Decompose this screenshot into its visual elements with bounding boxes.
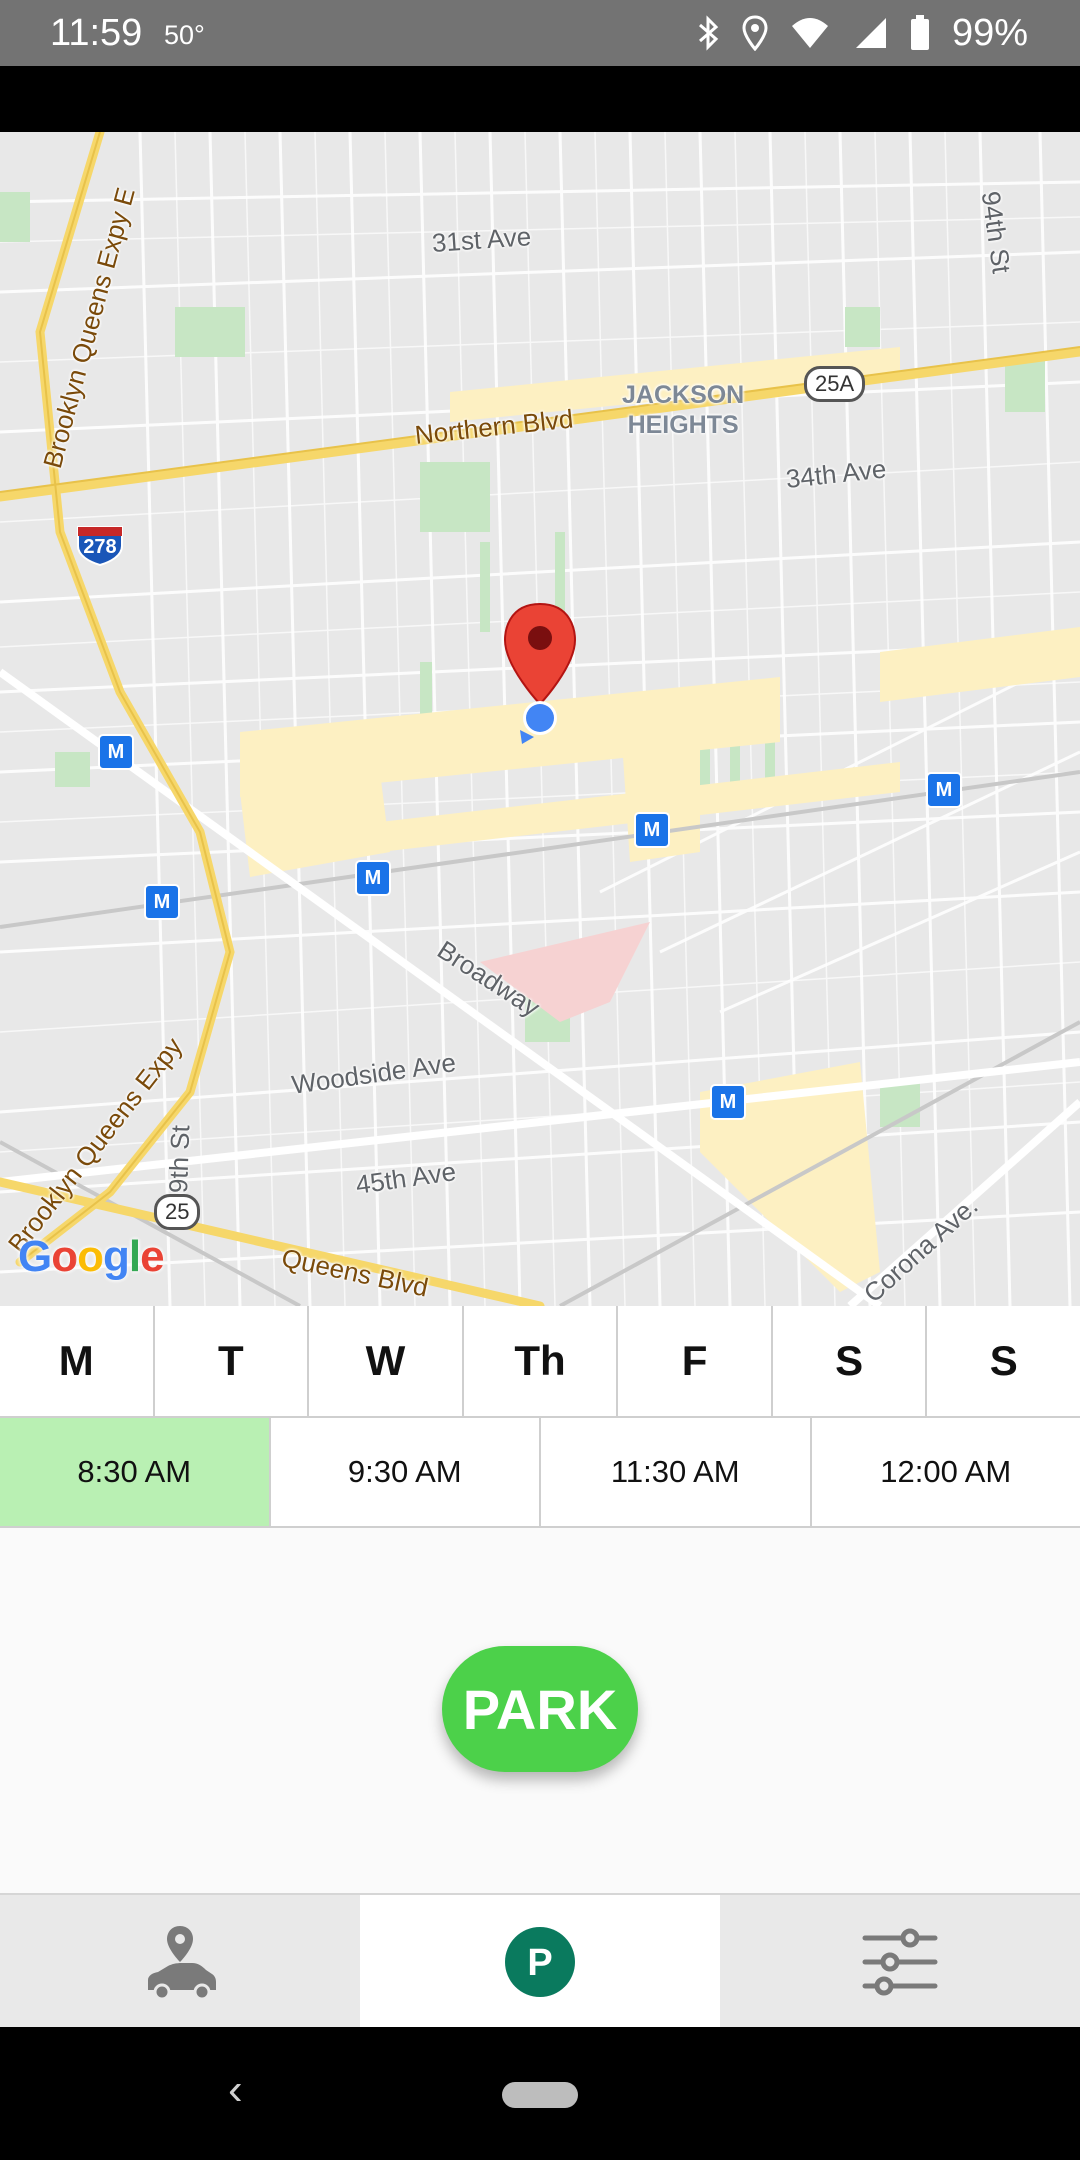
park-button[interactable]: PARK: [442, 1646, 638, 1772]
app-top-bar: [0, 66, 1080, 132]
back-icon[interactable]: ‹: [228, 2065, 243, 2115]
map-label-jackson-heights: JACKSON HEIGHTS: [622, 381, 745, 439]
google-attribution-logo: Google: [18, 1232, 165, 1281]
time-slot[interactable]: 12:00 AM: [812, 1418, 1080, 1526]
sliders-icon: [862, 1928, 938, 1996]
route-shield-25a: 25A: [804, 366, 866, 402]
parking-letter: P: [527, 1942, 552, 1984]
nav-car-location[interactable]: [0, 1895, 360, 2029]
metro-station-icon[interactable]: M: [634, 812, 670, 848]
metro-station-icon[interactable]: M: [926, 772, 962, 808]
metro-station-icon[interactable]: M: [355, 860, 391, 896]
battery-percent: 99%: [951, 11, 1028, 54]
day-saturday[interactable]: S: [773, 1306, 928, 1416]
day-thursday[interactable]: Th: [464, 1306, 619, 1416]
metro-station-icon[interactable]: M: [144, 884, 180, 920]
time-slot[interactable]: 9:30 AM: [271, 1418, 541, 1526]
map-view[interactable]: 31st Ave Northern Blvd 34th Ave Broadway…: [0, 132, 1080, 1306]
map-canvas: [0, 132, 1080, 1306]
bottom-navigation: P: [0, 1893, 1080, 2029]
wifi-icon: [791, 18, 828, 48]
day-tuesday[interactable]: T: [155, 1306, 310, 1416]
signal-icon: [855, 18, 886, 48]
nav-parking[interactable]: P: [360, 1895, 720, 2029]
day-friday[interactable]: F: [618, 1306, 773, 1416]
interstate-number: 278: [83, 536, 117, 558]
day-monday[interactable]: M: [0, 1306, 155, 1416]
time-slot-selected[interactable]: 8:30 AM: [0, 1418, 271, 1526]
day-wednesday[interactable]: W: [309, 1306, 464, 1416]
battery-icon: [910, 15, 929, 50]
interstate-shield-278: 278: [75, 524, 125, 566]
car-location-icon: [148, 1926, 216, 2001]
bluetooth-icon: [698, 15, 719, 51]
parking-icon: P: [505, 1927, 575, 1997]
route-shield-25: 25: [154, 1194, 201, 1230]
day-sunday[interactable]: S: [927, 1306, 1080, 1416]
metro-station-icon[interactable]: M: [98, 734, 134, 770]
home-pill-icon[interactable]: [502, 2082, 578, 2108]
time-slot[interactable]: 11:30 AM: [541, 1418, 812, 1526]
nav-settings[interactable]: [720, 1895, 1080, 2029]
day-selector: M T W Th F S S: [0, 1306, 1080, 1418]
metro-station-icon[interactable]: M: [710, 1084, 746, 1120]
location-icon: [742, 15, 768, 51]
destination-pin-icon[interactable]: [503, 602, 577, 706]
status-icons: 99%: [696, 10, 1028, 56]
status-bar: 11:59 50° 99%: [0, 0, 1080, 66]
status-time: 11:59: [50, 12, 143, 54]
status-temperature: 50°: [164, 20, 205, 50]
time-selector: 8:30 AM 9:30 AM 11:30 AM 12:00 AM: [0, 1418, 1080, 1528]
